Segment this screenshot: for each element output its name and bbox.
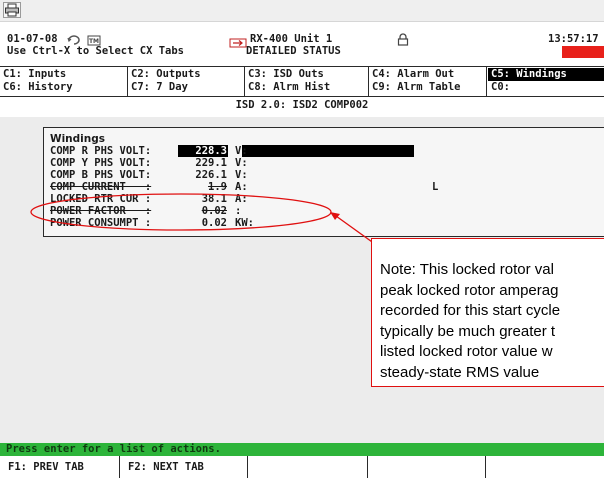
- cycle-icon: [67, 31, 81, 45]
- tm-icon: TM: [87, 31, 101, 46]
- row-unit: A:: [235, 181, 248, 193]
- row-value[interactable]: 0.02: [182, 205, 227, 217]
- tab-history[interactable]: C6: History: [0, 81, 127, 94]
- row-label: COMP R PHS VOLT:: [50, 145, 152, 157]
- top-toolbar: [0, 0, 604, 22]
- note-line: recorded for this start cycle: [380, 302, 561, 319]
- row-marker: L: [432, 181, 439, 193]
- tab-inputs[interactable]: C1: Inputs: [0, 68, 127, 81]
- tab-alrm-hist[interactable]: C8: Alrm Hist: [245, 81, 368, 94]
- lock-icon: [397, 31, 409, 46]
- tab-divider: [244, 67, 245, 96]
- tab-c0[interactable]: C0:: [488, 81, 604, 94]
- row-label: POWER FACTOR :: [50, 205, 152, 217]
- cx-tab-hint: Use Ctrl-X to Select CX Tabs: [7, 45, 185, 57]
- message-bar: Press enter for a list of actions.: [0, 443, 604, 456]
- alarm-indicator: [562, 46, 604, 58]
- tab-outputs[interactable]: C2: Outputs: [128, 68, 244, 81]
- action-hint: Press enter for a list of actions.: [6, 443, 221, 455]
- row-label: COMP B PHS VOLT:: [50, 169, 152, 181]
- cx-tabs: C1: Inputs C2: Outputs C3: ISD Outs C4: …: [0, 66, 604, 97]
- row-unit: :: [235, 205, 242, 217]
- tab-alarm-out[interactable]: C4: Alarm Out: [369, 68, 485, 81]
- annotation-note: Note: This locked rotor val peak locked …: [371, 238, 604, 387]
- f5-button[interactable]: [486, 456, 604, 478]
- note-line: steady-state RMS value: [380, 363, 540, 381]
- row-unit: V:: [235, 145, 248, 157]
- tab-7-day[interactable]: C7: 7 Day: [128, 81, 244, 94]
- row-unit: A:: [235, 193, 248, 205]
- note-line: peak locked rotor amperag: [380, 281, 559, 299]
- row-label: POWER CONSUMPT :: [50, 217, 152, 229]
- note-line: listed locked rotor value w: [380, 343, 553, 360]
- comp-current-row: COMP CURRENT : 1.9 A: L: [50, 181, 438, 193]
- input-highlight: [242, 145, 414, 157]
- windings-panel: Windings COMP R PHS VOLT: 228.3 V: COMP …: [43, 127, 604, 237]
- unit-arrow-icon: [229, 33, 247, 48]
- locked-rtr-cur-row: LOCKED RTR CUR : 38.1 A:: [50, 193, 248, 205]
- tab-isd-outs[interactable]: C3: ISD Outs: [245, 68, 368, 81]
- f2-next-tab-button[interactable]: F2: NEXT TAB: [120, 456, 248, 478]
- row-unit: V:: [235, 157, 248, 169]
- note-line: typically be much greater t: [380, 322, 556, 340]
- row-label: COMP CURRENT :: [50, 181, 152, 193]
- note-text: Note: This locked rotor val peak locked …: [380, 260, 604, 383]
- row-label: COMP Y PHS VOLT:: [50, 157, 152, 169]
- row-unit: V:: [235, 169, 248, 181]
- screen-title: DETAILED STATUS: [246, 45, 341, 57]
- panel-title: Windings: [50, 133, 106, 145]
- note-line: Note: This locked rotor val: [380, 261, 554, 278]
- clock-display: 13:57:17: [548, 33, 599, 45]
- row-unit: KW:: [235, 217, 254, 229]
- tab-divider: [486, 67, 487, 96]
- unit-name: RX-400 Unit 1: [250, 33, 333, 45]
- svg-text:TM: TM: [89, 38, 99, 45]
- f4-button[interactable]: [368, 456, 486, 478]
- row-value[interactable]: 229.1: [182, 157, 227, 169]
- row-label: LOCKED RTR CUR :: [50, 193, 152, 205]
- f1-prev-tab-button[interactable]: F1: PREV TAB: [0, 456, 120, 478]
- row-value[interactable]: 228.3: [182, 145, 227, 157]
- power-factor-row: POWER FACTOR : 0.02 :: [50, 205, 241, 217]
- tab-divider: [127, 67, 128, 96]
- row-value[interactable]: 1.9: [182, 181, 227, 193]
- row-value[interactable]: 226.1: [182, 169, 227, 181]
- comp-b-phs-volt-row: COMP B PHS VOLT: 226.1 V:: [50, 169, 248, 181]
- power-consumpt-row: POWER CONSUMPT : 0.02 KW:: [50, 217, 254, 229]
- row-value[interactable]: 38.1: [182, 193, 227, 205]
- status-header: 01-07-08 TM Use Ctrl-X to Select CX Tabs…: [0, 22, 604, 66]
- tab-windings[interactable]: C5: Windings: [488, 68, 604, 81]
- tab-alrm-table[interactable]: C9: Alrm Table: [369, 81, 485, 94]
- row-value[interactable]: 0.02: [182, 217, 227, 229]
- date-display: 01-07-08: [7, 33, 58, 45]
- printer-icon[interactable]: [3, 2, 21, 18]
- tab-divider: [368, 67, 369, 96]
- comp-y-phs-volt-row: COMP Y PHS VOLT: 229.1 V:: [50, 157, 248, 169]
- f3-button[interactable]: [248, 456, 368, 478]
- isd-device-title: ISD 2.0: ISD2 COMP002: [235, 99, 369, 111]
- comp-r-phs-volt-row: COMP R PHS VOLT: 228.3 V:: [50, 145, 414, 157]
